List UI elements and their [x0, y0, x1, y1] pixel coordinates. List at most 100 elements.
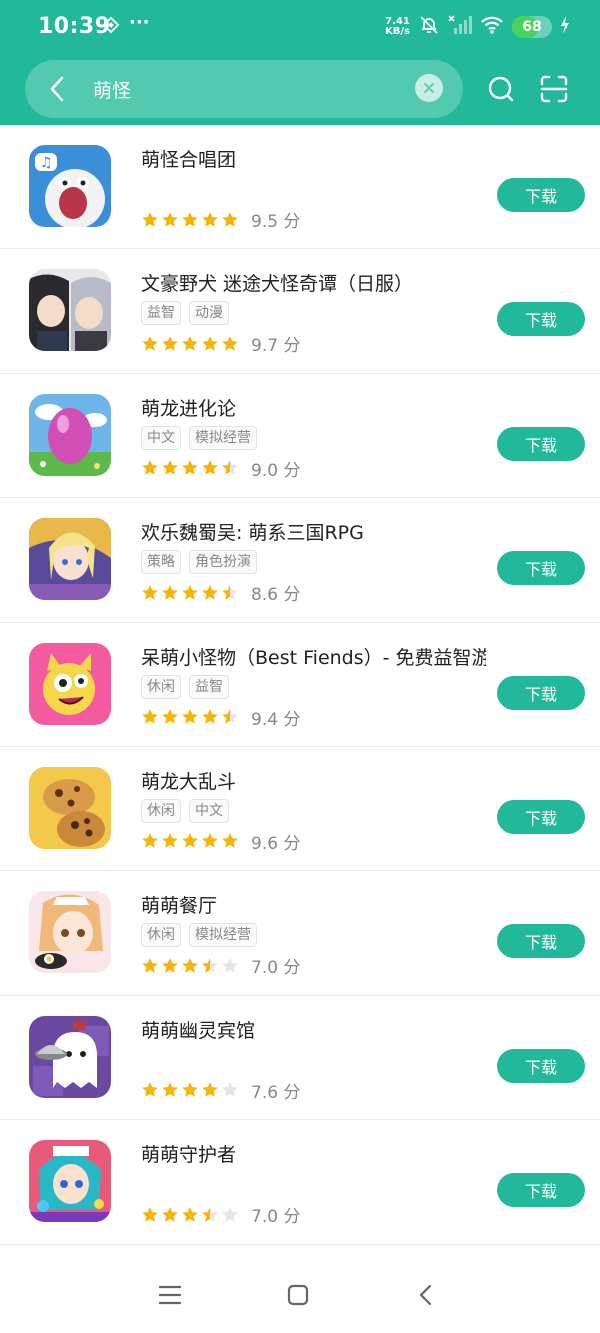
- dragon-egg-icon[interactable]: [29, 393, 111, 476]
- star-filled-icon: [142, 1206, 158, 1222]
- app-score: 9.6 分: [251, 833, 301, 854]
- star-filled-icon: [222, 833, 238, 849]
- star-filled-icon: [222, 211, 238, 227]
- star-rating: [141, 211, 239, 229]
- download-button[interactable]: 下载: [497, 924, 585, 959]
- network-speed: 7.41 KB/s: [385, 17, 410, 37]
- download-button[interactable]: 下载: [497, 1173, 585, 1208]
- download-button[interactable]: 下载: [497, 675, 585, 710]
- star-filled-icon: [202, 833, 218, 849]
- app-list-item[interactable]: 欢乐魏蜀吴: 萌系三国RPG 策略 角色扮演 8.6 分 下载: [0, 498, 600, 623]
- app-name: 萌怪合唱团: [141, 149, 237, 171]
- star-filled-icon: [182, 1206, 198, 1222]
- search-input[interactable]: [93, 72, 403, 106]
- star-filled-icon: [142, 1082, 158, 1097]
- app-score: 9.0 分: [251, 460, 301, 481]
- app-list-item[interactable]: 萌萌守护者 7.0 分 下载: [0, 1120, 600, 1245]
- app-tags: 休闲 中文: [141, 798, 229, 823]
- search-row: [0, 60, 600, 120]
- app-score: 9.7 分: [251, 336, 301, 357]
- star-rating: [141, 584, 239, 602]
- wifi-icon: [480, 15, 504, 39]
- star-filled-icon: [142, 957, 158, 973]
- app-score: 7.6 分: [251, 1082, 301, 1103]
- menu-nav-button[interactable]: [155, 1280, 185, 1310]
- app-rating: 9.7 分: [141, 331, 300, 356]
- search-box: [25, 60, 463, 118]
- app-rating: 7.6 分: [141, 1078, 300, 1103]
- home-nav-button[interactable]: [283, 1280, 313, 1310]
- star-rating: [141, 708, 239, 726]
- signal-off-icon: [448, 14, 472, 40]
- star-rating: [141, 1081, 239, 1099]
- restaurant-girl-icon[interactable]: [29, 891, 111, 974]
- app-rating: 7.0 分: [141, 953, 300, 978]
- app-tag: 休闲: [141, 923, 181, 948]
- download-button[interactable]: 下载: [497, 302, 585, 337]
- back-arrow-icon: [50, 76, 64, 102]
- star-filled-icon: [202, 709, 218, 724]
- app-tag: 休闲: [141, 798, 181, 823]
- app-list-item[interactable]: 萌龙进化论 中文 模拟经营 9.0 分 下载: [0, 374, 600, 499]
- star-half-icon: [202, 1206, 218, 1222]
- app-list-item[interactable]: 文豪野犬 迷途犬怪奇谭（日服） 益智 动漫 9.7 分 下载: [0, 249, 600, 374]
- star-filled-icon: [202, 211, 218, 227]
- back-nav-button[interactable]: [411, 1280, 441, 1310]
- app-result-list: ♫ 萌怪合唱团 9.5 分下载 文豪野犬 迷途犬怪奇谭（日服） 益智 动漫 9.7 分下载萌…: [0, 125, 600, 1245]
- app-score: 8.6 分: [251, 585, 301, 606]
- back-button[interactable]: [41, 72, 75, 106]
- app-tag: 角色扮演: [189, 550, 257, 575]
- star-filled-icon: [162, 957, 178, 973]
- star-empty-icon: [222, 1082, 238, 1097]
- best-fiends-icon[interactable]: [29, 642, 111, 725]
- app-tag: 模拟经营: [189, 923, 257, 948]
- star-filled-icon: [202, 336, 218, 351]
- anime-characters-icon[interactable]: [29, 269, 111, 352]
- app-list-item[interactable]: 萌龙大乱斗 休闲 中文 9.6 分 下载: [0, 747, 600, 872]
- app-tags: 策略 角色扮演: [141, 550, 257, 575]
- app-tag: 中文: [141, 425, 181, 450]
- star-filled-icon: [162, 1082, 178, 1097]
- star-filled-icon: [162, 460, 178, 476]
- app-score: 9.4 分: [251, 709, 301, 730]
- mute-bell-icon: [418, 14, 440, 40]
- star-filled-icon: [142, 336, 158, 351]
- app-score: 7.0 分: [251, 958, 301, 979]
- ghost-hotel-icon[interactable]: [29, 1015, 111, 1098]
- download-button[interactable]: 下载: [497, 551, 585, 586]
- app-list-item[interactable]: ♫ 萌怪合唱团 9.5 分 下载: [0, 125, 600, 250]
- app-list-item[interactable]: 呆萌小怪物（Best Fiends）- 免费益智游戏 休闲 益智 9.4 分 下载: [0, 623, 600, 747]
- download-button[interactable]: 下载: [497, 178, 585, 212]
- star-empty-icon: [222, 957, 238, 973]
- star-filled-icon: [162, 833, 178, 849]
- star-filled-icon: [162, 1206, 178, 1222]
- clear-search-button[interactable]: [415, 74, 443, 102]
- app-list-item[interactable]: 萌萌餐厅休闲 模拟经营 7.0 分 下载: [0, 871, 600, 996]
- guardian-girl-icon[interactable]: [29, 1140, 111, 1223]
- star-filled-icon: [142, 460, 158, 476]
- three-kingdoms-icon[interactable]: [29, 518, 111, 601]
- app-tag: 模拟经营: [189, 425, 257, 450]
- app-tag: 益智: [141, 301, 181, 326]
- app-list-item[interactable]: 萌萌幽灵宾馆 7.6 分 下载: [0, 996, 600, 1121]
- app-score: 9.5 分: [251, 212, 301, 232]
- download-button[interactable]: 下载: [497, 799, 585, 834]
- star-filled-icon: [182, 957, 198, 973]
- star-filled-icon: [162, 584, 178, 600]
- star-half-icon: [222, 460, 238, 476]
- cookie-icon[interactable]: [29, 766, 111, 849]
- app-name: 萌萌守护者: [141, 1144, 237, 1167]
- app-rating: 7.0 分: [141, 1202, 300, 1227]
- monster-choir-icon[interactable]: ♫: [29, 145, 111, 227]
- star-rating: [141, 957, 239, 975]
- star-filled-icon: [202, 584, 218, 600]
- download-button[interactable]: 下载: [497, 426, 585, 461]
- scan-button[interactable]: [537, 72, 571, 106]
- star-filled-icon: [142, 709, 158, 724]
- search-button[interactable]: [484, 72, 518, 106]
- app-tag: 策略: [141, 550, 181, 575]
- download-button[interactable]: 下载: [497, 1048, 585, 1083]
- app-name: 萌萌餐厅: [141, 895, 218, 918]
- diamond-app-icon: [102, 16, 120, 38]
- battery-level: 68: [522, 19, 542, 35]
